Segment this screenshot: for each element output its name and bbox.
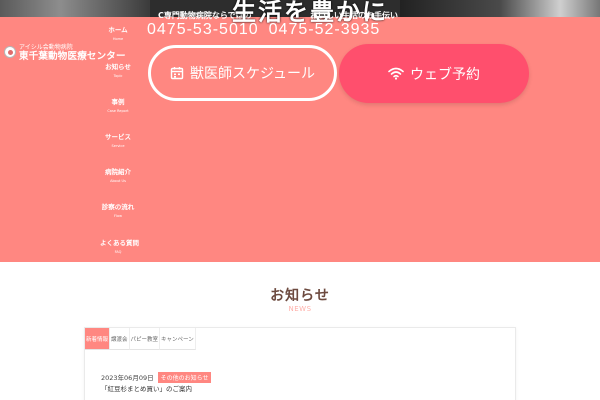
news-category-badge: その他のお知らせ bbox=[157, 372, 212, 383]
news-item-link[interactable]: 「紅豆杉まとめ買い」のご案内 bbox=[101, 383, 192, 393]
nav-item-home[interactable]: ホーム Home bbox=[100, 24, 136, 41]
news-section-title: お知らせ bbox=[270, 288, 330, 304]
news-item-meta: 2023年06月09日 その他のお知らせ bbox=[101, 372, 212, 383]
web-reservation-button[interactable]: ウェブ予約 bbox=[339, 44, 529, 103]
news-date: 2023年06月09日 bbox=[101, 374, 154, 382]
news-tabs: 新着情報 譲渡会 パピー教室 キャンペーン bbox=[85, 328, 196, 350]
web-reservation-label: ウェブ予約 bbox=[410, 66, 480, 83]
nav-item-sublabel: FAQ bbox=[114, 250, 122, 254]
nav-item-label: よくある質問 bbox=[100, 239, 139, 247]
phone-numbers: 0475-53-5010 0475-52-3935 bbox=[147, 21, 380, 39]
header-photo-right bbox=[400, 0, 600, 17]
nav-item-sublabel: Case Report bbox=[107, 109, 129, 113]
nav-item-sublabel: Home bbox=[112, 37, 124, 41]
hero-section: C専門動物病院ならではの 生活を豊かに おいしい生活のお手伝い アイシル会動物病… bbox=[0, 0, 600, 262]
nav-item-label: 診察の流れ bbox=[101, 203, 135, 211]
nav-item-sublabel: Service bbox=[111, 144, 125, 148]
nav-item-flow[interactable]: 診察の流れ Flow bbox=[100, 201, 136, 218]
nav-item-case-report[interactable]: 事例 Case Report bbox=[100, 96, 136, 113]
news-section-subtitle: NEWS bbox=[288, 305, 312, 313]
tab-latest[interactable]: 新着情報 bbox=[85, 328, 111, 350]
nav-item-sublabel: Topic bbox=[113, 74, 123, 78]
nav-item-service[interactable]: サービス Service bbox=[100, 131, 136, 148]
logo-subtitle: アイシル会動物病院 bbox=[19, 44, 73, 51]
nav-item-label: 病院紹介 bbox=[105, 168, 131, 176]
logo-mark-icon bbox=[4, 46, 16, 58]
wifi-icon bbox=[388, 67, 404, 80]
nav-item-label: サービス bbox=[105, 133, 131, 141]
header-photo-left bbox=[0, 0, 150, 17]
phone-number-2[interactable]: 0475-52-3935 bbox=[269, 21, 381, 38]
nav-item-sublabel: About Us bbox=[110, 179, 126, 183]
nav-item-label: お知らせ bbox=[105, 63, 131, 71]
nav-item-label: ホーム bbox=[108, 26, 128, 34]
nav-item-label: 事例 bbox=[111, 98, 125, 106]
tab-campaign[interactable]: キャンペーン bbox=[160, 328, 196, 350]
vet-schedule-button[interactable]: 獣医師スケジュール bbox=[148, 45, 337, 101]
vet-schedule-label: 獣医師スケジュール bbox=[189, 66, 316, 82]
tab-adoption[interactable]: 譲渡会 bbox=[110, 328, 130, 350]
tagline-small-right: おいしい生活のお手伝い bbox=[310, 11, 398, 20]
nav-item-topics[interactable]: お知らせ Topic bbox=[100, 61, 136, 78]
news-panel: 新着情報 譲渡会 パピー教室 キャンペーン 2023年06月09日 その他のお知ら… bbox=[84, 327, 516, 400]
nav-item-sublabel: Flow bbox=[114, 214, 122, 218]
nav-item-about[interactable]: 病院紹介 About Us bbox=[100, 166, 136, 183]
calendar-icon bbox=[170, 67, 184, 80]
tab-puppy-class[interactable]: パピー教室 bbox=[129, 328, 161, 350]
nav-item-faq[interactable]: よくある質問 FAQ bbox=[100, 237, 139, 254]
phone-number-1[interactable]: 0475-53-5010 bbox=[147, 21, 259, 38]
